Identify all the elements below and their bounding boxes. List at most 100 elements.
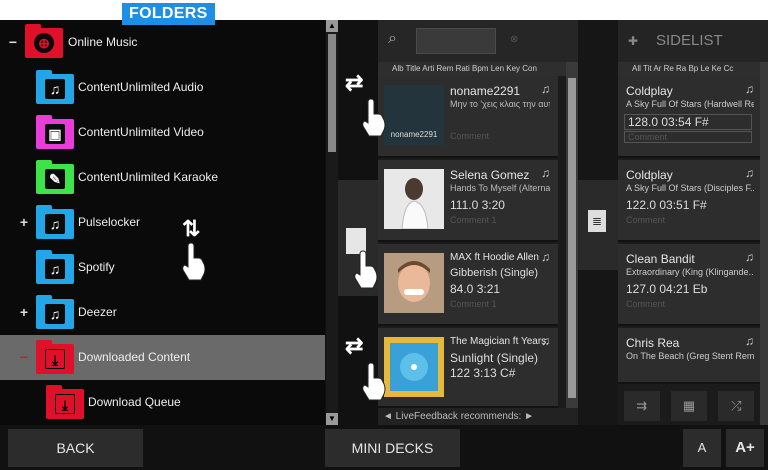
track-info[interactable]: 128.0 03:54 F# (624, 114, 752, 130)
sidelist-column-header[interactable]: All Tit Ar Re Ra Bp Le Ke Cc (618, 62, 768, 76)
sidelist-track[interactable]: Chris Rea On The Beach (Greg Stent Rem..… (618, 328, 760, 384)
tree-item-spotify[interactable]: ♫ Spotify (0, 245, 325, 290)
track-title: Extraordinary (King (Klingande... (626, 267, 754, 277)
font-larger-button[interactable]: A+ (726, 429, 764, 467)
column-header[interactable]: Alb Title Arti Rem Rati Bpm Len Key Con (378, 62, 578, 76)
track-info: 111.0 3:20 (450, 198, 505, 212)
search-icon[interactable]: ⌕ (388, 30, 397, 48)
music-note-icon: ♫ (541, 166, 550, 180)
hand-pointer-icon (362, 98, 386, 137)
track-list-panel: ⌕ ⊗ Alb Title Arti Rem Rati Bpm Len Key … (378, 20, 578, 425)
track-list-scrollbar[interactable] (566, 62, 578, 408)
sidelist-panel: ✚ SIDELIST All Tit Ar Re Ra Bp Le Ke Cc … (618, 20, 768, 425)
album-photo (384, 169, 444, 230)
track-comment: Comment (626, 215, 666, 225)
track-info: 122 3:13 C# (450, 366, 516, 380)
track-info: 122.0 03:51 F# (626, 198, 707, 212)
tree-item-label: Spotify (78, 260, 115, 274)
music-folder-icon: ♫ (36, 70, 74, 104)
scroll-down-icon[interactable]: ▼ (326, 413, 338, 425)
track-artist: Chris Rea (626, 336, 680, 350)
track-row[interactable]: noname2291 noname2291 Μην το 'χεις κλαις… (378, 76, 558, 158)
track-subtitle: Μην το 'χεις κλαις την αυτό... (450, 99, 550, 109)
tree-item-deezer[interactable]: + ♫ Deezer (0, 290, 325, 335)
track-artist: Coldplay (626, 168, 673, 182)
top-strip (0, 0, 768, 20)
album-photo (384, 337, 444, 397)
download-folder-icon: ⤓ (36, 340, 74, 374)
sidelist-header: ✚ SIDELIST (618, 20, 768, 62)
mini-decks-button[interactable]: MINI DECKS (325, 429, 460, 467)
sidelist-divider: ≣ (578, 20, 618, 425)
sidelist-track[interactable]: Clean Bandit Extraordinary (King (Klinga… (618, 244, 760, 326)
tree-item-label: Deezer (78, 305, 117, 319)
scroll-thumb[interactable] (328, 34, 336, 152)
folder-tree: − ⊕ Online Music ♫ ContentUnlimited Audi… (0, 20, 325, 425)
tree-item-label: ContentUnlimited Video (78, 125, 204, 139)
download-folder-icon: ⤓ (46, 385, 84, 419)
search-bar: ⌕ ⊗ (378, 20, 578, 62)
music-note-icon: ♫ (541, 334, 550, 348)
track-comment: Comment 1 (450, 299, 497, 309)
track-comment: Comment 1 (450, 215, 497, 225)
tree-item-contentunlimited-video[interactable]: ▣ ContentUnlimited Video (0, 110, 325, 155)
collapse-icon[interactable]: − (18, 349, 30, 365)
search-input[interactable] (416, 28, 496, 54)
track-row[interactable]: Selena Gomez Hands To Myself (Alterna...… (378, 160, 558, 242)
add-to-sidelist-icon[interactable]: ⇉ (623, 390, 660, 421)
album-cover (384, 169, 444, 230)
list-icon[interactable]: ≣ (588, 210, 606, 232)
app-window: − ⊕ Online Music ♫ ContentUnlimited Audi… (0, 20, 768, 470)
music-note-icon: ♫ (541, 82, 550, 96)
grid-view-icon[interactable]: ▦ (670, 390, 707, 421)
back-button[interactable]: BACK (8, 429, 143, 467)
music-note-icon: ♫ (745, 334, 754, 348)
music-note-icon: ♫ (745, 166, 754, 180)
clear-search-icon[interactable]: ⊗ (510, 34, 518, 45)
sidelist-track[interactable]: Coldplay A Sky Full Of Stars (Hardwell R… (618, 76, 760, 158)
track-title: noname2291 (450, 84, 521, 98)
tree-item-downloaded-content[interactable]: − ⤓ Downloaded Content (0, 335, 325, 380)
expand-icon[interactable]: + (18, 214, 30, 230)
track-comment: Comment (626, 299, 666, 309)
tree-item-contentunlimited-karaoke[interactable]: ✎ ContentUnlimited Karaoke (0, 155, 325, 200)
tree-item-label: ContentUnlimited Audio (78, 80, 204, 94)
video-folder-icon: ▣ (36, 115, 74, 149)
tree-item-label: Pulselocker (78, 215, 141, 229)
font-smaller-button[interactable]: A (683, 429, 721, 467)
expand-icon[interactable]: + (18, 304, 30, 320)
shuffle-icon[interactable]: ⤮ (718, 390, 755, 421)
album-photo (384, 253, 444, 313)
scroll-thumb[interactable] (568, 78, 576, 398)
track-title: A Sky Full Of Stars (Hardwell Remi (626, 99, 754, 109)
sidelist-toolbar: ⇉ ▦ ⤮ (618, 386, 760, 425)
tree-scrollbar[interactable]: ▲ ▼ (326, 20, 338, 425)
scroll-up-icon[interactable]: ▲ (326, 20, 338, 32)
music-note-icon: ♫ (745, 82, 754, 96)
folders-label: FOLDERS (122, 3, 215, 25)
music-note-icon: ♫ (541, 250, 550, 264)
sidelist-icon: ✚ (628, 34, 639, 48)
sidelist-scrollbar[interactable] (760, 62, 768, 425)
tree-item-label: Online Music (68, 35, 138, 49)
tree-item-online-music[interactable]: − ⊕ Online Music (0, 20, 325, 65)
tree-item-download-queue[interactable]: ⤓ Download Queue (0, 380, 325, 425)
track-comment[interactable]: Comment (624, 131, 752, 143)
tree-item-contentunlimited-audio[interactable]: ♫ ContentUnlimited Audio (0, 65, 325, 110)
live-feedback-bar[interactable]: ◄ LiveFeedback recommends: ► (378, 408, 578, 425)
globe-folder-icon: ⊕ (25, 24, 63, 58)
sidelist-track[interactable]: Coldplay A Sky Full Of Stars (Disciples … (618, 160, 760, 242)
track-row[interactable]: MAX ft Hoodie Allen Gibberish (Single) 8… (378, 244, 558, 326)
tree-item-label: Downloaded Content (78, 350, 191, 364)
track-title: On The Beach (Greg Stent Rem... (626, 351, 754, 361)
tree-item-label: Download Queue (88, 395, 181, 409)
track-info: 84.0 3:21 (450, 282, 501, 296)
collapse-icon[interactable]: − (7, 34, 19, 50)
tree-item-pulselocker[interactable]: + ♫ Pulselocker (0, 200, 325, 245)
hand-pointer-icon (354, 250, 378, 289)
tree-item-label: ContentUnlimited Karaoke (78, 170, 219, 184)
track-title: Selena Gomez (450, 168, 530, 182)
track-row[interactable]: The Magician ft Years... Sunlight (Singl… (378, 328, 558, 408)
sidelist-title: SIDELIST (656, 32, 723, 49)
track-comment: Comment (450, 131, 490, 141)
